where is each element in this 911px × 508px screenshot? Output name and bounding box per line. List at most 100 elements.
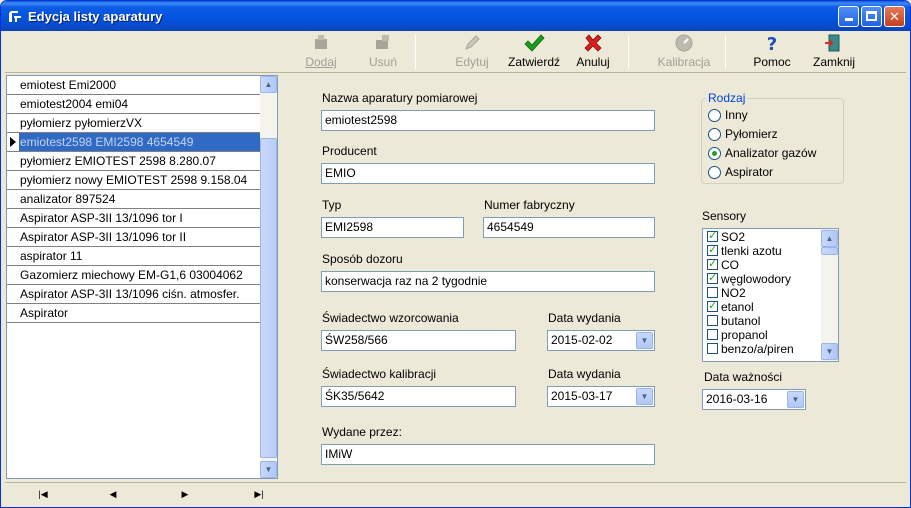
list-item[interactable]: emiotest2004 emi04 [7,95,279,114]
sensor-label: NO2 [721,286,746,300]
scroll-up-button[interactable]: ▲ [260,76,277,93]
calibration-button[interactable]: Kalibracja [655,33,713,71]
list-item[interactable]: pyłomierz nowy EMIOTEST 2598 9.158.04 [7,171,279,190]
list-item-label: analizator 897524 [20,192,116,206]
producer-field[interactable]: EMIO [321,163,655,184]
cert-label: Świadectwo wzorcowania [322,311,459,325]
sensor-label: benzo/a/piren [721,342,794,356]
scroll-up-button[interactable]: ▲ [821,230,838,247]
sensor-checkbox[interactable] [707,343,718,354]
device-list[interactable]: emiotest Emi2000 emiotest2004 emi04 pyłomi… [6,75,278,479]
sensor-checkbox[interactable] [707,329,718,340]
list-item-label: Gazomierz miechowy EM-G1,6 03004062 [20,268,243,282]
sensors-scrollbar[interactable]: ▲ ▼ [821,229,838,361]
prev-record-button[interactable]: ◀ [103,486,123,502]
list-item-label: Aspirator ASP-3II 13/1096 ciśn. atmosfer… [20,287,240,301]
app-icon [9,11,21,22]
toolbar-separator [628,35,629,69]
maximize-button[interactable] [861,6,882,27]
list-item-label: pyłomierz pyłomierzVX [20,116,143,130]
app-window: Edycja listy aparatury ✕ Dodaj Usuń Edyt… [0,0,911,508]
first-record-button[interactable]: |◀ [33,486,53,502]
list-item[interactable]: Aspirator ASP-3II 13/1096 tor II [7,228,279,247]
radio-button[interactable] [708,128,721,141]
sensor-checkbox[interactable] [707,315,718,326]
list-scrollbar[interactable]: ▲ ▼ [260,76,277,478]
radio-button[interactable] [708,147,721,160]
delete-button[interactable]: Usuń [363,33,403,71]
radio-button[interactable] [708,166,721,179]
sensor-checkbox[interactable] [707,271,718,284]
close-button[interactable]: ✕ [884,6,905,27]
list-item-label: Aspirator ASP-3II 13/1096 tor I [20,211,183,225]
confirm-button[interactable]: Zatwierdź [505,33,563,71]
list-item[interactable]: aspirator 11 [7,247,279,266]
name-field[interactable]: emiotest2598 [321,110,655,131]
supervision-field[interactable]: konserwacja raz na 2 tygodnie [321,271,655,292]
sensor-checkbox[interactable] [707,229,718,242]
cert-field[interactable]: ŚW258/566 [321,330,516,351]
chevron-down-icon: ▼ [640,336,649,345]
last-record-button[interactable]: ▶| [249,486,269,502]
calibration-icon [675,34,693,52]
cert-date-label: Data wydania [548,311,621,325]
dropdown-button[interactable]: ▼ [787,391,804,408]
issued-by-field[interactable]: IMiW [321,444,655,465]
arrow-down-icon: ▼ [825,347,834,356]
list-item[interactable]: emiotest2598 EMI2598 4654549 [7,133,279,152]
sensor-checkbox[interactable] [707,287,718,298]
sensor-checkbox[interactable] [707,299,718,312]
sensor-checkbox[interactable] [707,257,718,270]
kind-option-label: Pyłomierz [725,127,778,141]
list-item[interactable]: Aspirator ASP-3II 13/1096 tor I [7,209,279,228]
list-item[interactable]: Aspirator ASP-3II 13/1096 ciśn. atmosfer… [7,285,279,304]
title-bar[interactable]: Edycja listy aparatury ✕ [1,1,910,31]
validity-date-select[interactable]: 2016-03-16 ▼ [702,389,806,410]
sensors-list[interactable]: SO2tlenki azotuCOwęglowodoryNO2etanolbut… [702,228,839,362]
edit-label: Edytuj [455,55,489,69]
scroll-thumb[interactable] [260,138,277,458]
list-item-label: emiotest2598 EMI2598 4654549 [20,135,194,149]
dropdown-button[interactable]: ▼ [636,388,653,405]
next-icon: ▶ [181,489,189,499]
dropdown-button[interactable]: ▼ [636,332,653,349]
close-window-button[interactable]: Zamknij [809,33,859,71]
scroll-down-button[interactable]: ▼ [821,343,838,360]
kind-group: Rodzaj Inny Pyłomierz Analizator gazów Aspi… [701,91,844,184]
type-field[interactable]: EMI2598 [321,217,464,238]
list-item[interactable]: pyłomierz pyłomierzVX [7,114,279,133]
sensor-label: tlenki azotu [721,244,782,258]
cancel-button[interactable]: Anuluj [573,33,613,71]
validity-date-value: 2016-03-16 [706,392,768,406]
scroll-down-button[interactable]: ▼ [260,461,277,478]
producer-label: Producent [322,144,377,158]
calib-field[interactable]: ŚK35/5642 [321,386,516,407]
help-button[interactable]: ? Pomoc [751,33,793,71]
close-icon: ✕ [889,9,900,24]
svg-text:?: ? [767,34,777,53]
edit-button[interactable]: Edytuj [451,33,493,71]
list-item[interactable]: Gazomierz miechowy EM-G1,6 03004062 [7,266,279,285]
scroll-thumb[interactable] [821,247,838,255]
kind-option-label: Analizator gazów [725,146,817,160]
list-item[interactable]: analizator 897524 [7,190,279,209]
first-icon: |◀ [38,489,48,499]
sensor-checkbox[interactable] [707,243,718,256]
calib-date-select[interactable]: 2015-03-17 ▼ [547,386,655,407]
add-button[interactable]: Dodaj [301,33,341,71]
serial-field[interactable]: 4654549 [483,217,655,238]
kind-legend: Rodzaj [706,91,748,105]
prev-icon: ◀ [109,489,117,499]
minimize-button[interactable] [838,6,859,27]
list-item[interactable]: pyłomierz EMIOTEST 2598 8.280.07 [7,152,279,171]
remove-device-icon [376,35,389,49]
cert-date-select[interactable]: 2015-02-02 ▼ [547,330,655,351]
radio-button[interactable] [708,109,721,122]
list-item[interactable]: emiotest Emi2000 [7,76,279,95]
row-divider [7,322,269,323]
sensor-label: butanol [721,314,761,328]
maximize-icon [866,11,877,21]
list-item[interactable]: Aspirator [7,304,279,323]
arrow-down-icon: ▼ [264,465,273,474]
next-record-button[interactable]: ▶ [175,486,195,502]
